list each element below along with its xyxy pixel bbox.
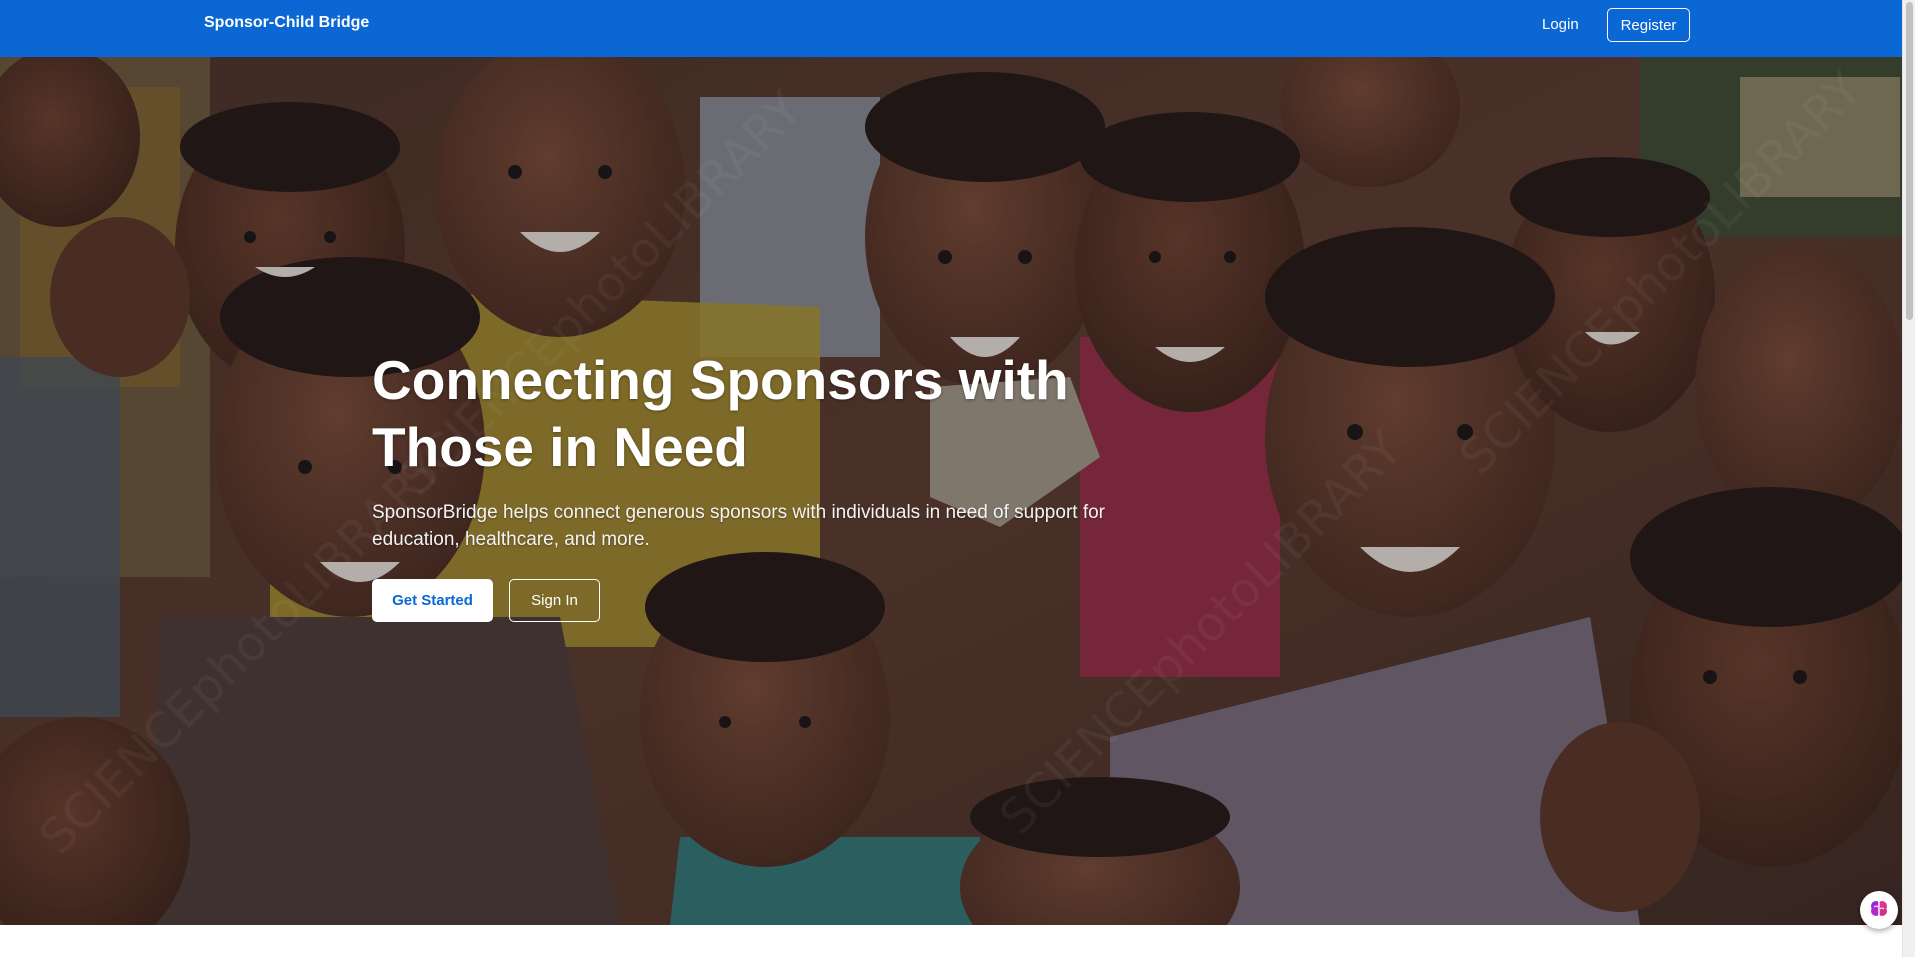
top-navbar: Sponsor-Child Bridge Login Register xyxy=(0,0,1902,57)
hero-content: Connecting Sponsors with Those in Need S… xyxy=(372,347,1152,622)
page-scrollbar[interactable] xyxy=(1902,0,1915,957)
next-section-edge xyxy=(0,925,1902,957)
hero-title: Connecting Sponsors with Those in Need xyxy=(372,349,1069,478)
scrollbar-thumb[interactable] xyxy=(1906,2,1913,320)
login-link[interactable]: Login xyxy=(1542,16,1579,33)
assistant-widget-button[interactable] xyxy=(1860,891,1898,929)
hero-subtitle: SponsorBridge helps connect generous spo… xyxy=(372,502,1106,550)
sign-in-button[interactable]: Sign In xyxy=(509,579,600,622)
brand-link[interactable]: Sponsor-Child Bridge xyxy=(204,14,369,32)
brain-icon xyxy=(1868,897,1890,924)
register-button[interactable]: Register xyxy=(1607,8,1690,42)
get-started-button[interactable]: Get Started xyxy=(372,579,493,622)
hero-button-group: Get Started Sign In xyxy=(372,579,1152,622)
hero-section: SCIENCEphotoLIBRARY SCIENCEphotoLIBRARY … xyxy=(0,57,1902,925)
page: Sponsor-Child Bridge Login Register SCIE… xyxy=(0,0,1915,957)
